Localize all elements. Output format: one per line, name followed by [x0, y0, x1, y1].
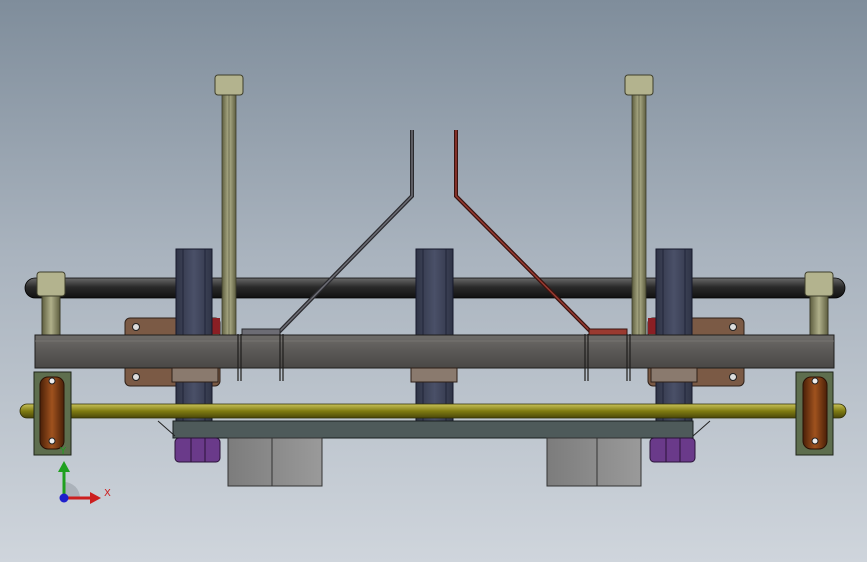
rod-end-bushing-left — [36, 271, 66, 337]
vertical-strut-left — [214, 74, 244, 339]
mount-block-left — [171, 367, 219, 383]
vertical-strut-right — [624, 74, 654, 339]
lower-olive-rod — [19, 403, 847, 419]
cad-viewport[interactable]: Y X — [0, 0, 867, 562]
bottom-tray — [157, 420, 711, 439]
mount-block-center — [410, 367, 458, 383]
gray-block-left — [227, 437, 323, 487]
axis-x-label: X — [104, 488, 111, 499]
wheel-assembly-right — [795, 371, 834, 456]
diagonal-link-right — [454, 130, 628, 336]
coordinate-triad — [58, 461, 101, 504]
gray-block-right — [546, 437, 642, 487]
rod-end-bushing-right — [804, 271, 834, 337]
mount-block-right — [650, 367, 698, 383]
wheel-assembly-left — [33, 371, 72, 456]
main-frame-beam — [34, 334, 835, 369]
axis-y-label: Y — [59, 446, 67, 457]
roller-right — [649, 437, 696, 463]
roller-left — [174, 437, 221, 463]
diagonal-link-left — [241, 130, 414, 336]
assembly-drawing: Y X — [19, 74, 847, 504]
